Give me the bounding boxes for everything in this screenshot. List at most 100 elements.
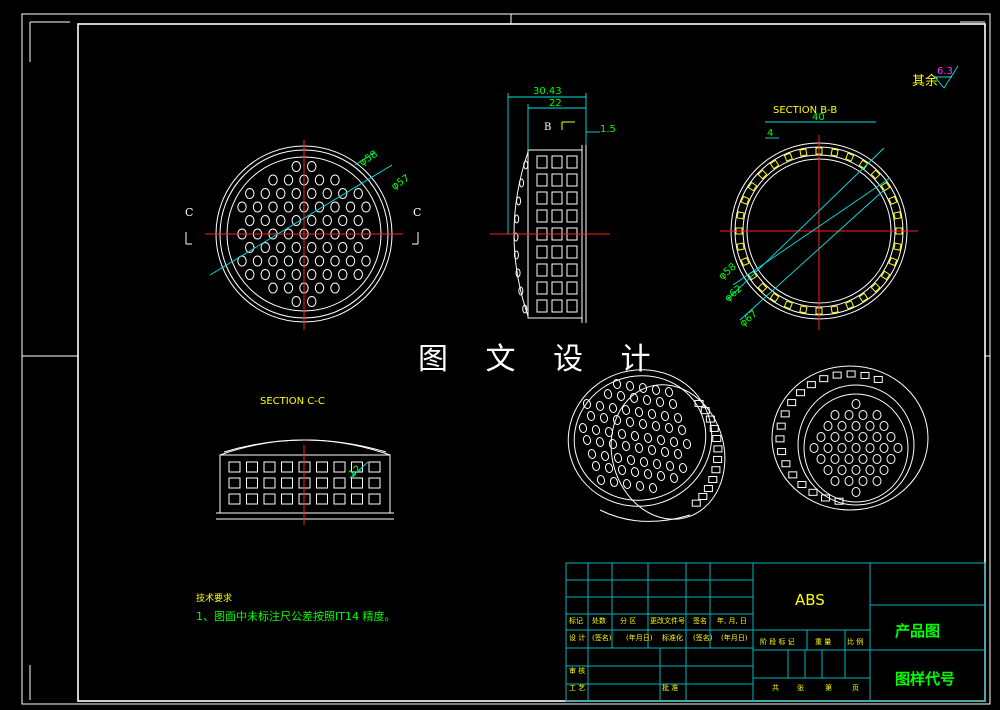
iso1-hole <box>604 427 614 437</box>
iso2-slot <box>819 375 829 383</box>
tb-design-3: 标准化 <box>662 633 683 642</box>
iso1-slot <box>711 466 721 474</box>
slot <box>551 173 563 187</box>
hole <box>330 201 340 213</box>
iso1-slot <box>713 445 723 453</box>
iso1-hole <box>677 425 687 435</box>
iso2-hole <box>830 476 840 486</box>
dim-d57: φ57 <box>390 173 412 193</box>
iso2-holes <box>809 399 903 497</box>
hole <box>353 215 363 226</box>
cc-slot <box>333 461 346 473</box>
iso1-hole <box>639 457 649 467</box>
section-cc-view: SECTION C-C 12 <box>216 396 394 525</box>
iso2-hole <box>858 476 868 486</box>
iso1-hole <box>668 399 678 409</box>
tb-design-1: (签名) <box>592 633 612 642</box>
drawing-code: 图样代号 <box>895 670 955 688</box>
hole <box>276 242 286 253</box>
iso2-slot <box>787 399 797 407</box>
cc-slot <box>246 461 258 473</box>
iso2-hole <box>830 432 840 442</box>
tb-sheet-2: 第 <box>825 683 832 692</box>
iso1-hole <box>595 437 605 447</box>
slot <box>536 191 548 205</box>
iso1-hole <box>604 463 614 473</box>
slot <box>551 191 563 205</box>
slot <box>536 155 548 169</box>
iso1-hole <box>652 459 662 469</box>
iso2-hole <box>858 432 868 442</box>
cc-slot <box>316 461 328 473</box>
hole <box>268 282 278 294</box>
hole <box>330 282 340 294</box>
isometric-view-1 <box>567 369 726 522</box>
iso2-hole <box>816 432 826 442</box>
iso1-hole <box>630 467 640 477</box>
cc-slot <box>281 477 293 489</box>
hole <box>283 174 294 186</box>
tb-sheet-3: 页 <box>852 684 859 692</box>
slot <box>536 263 548 277</box>
hole <box>345 201 356 213</box>
dim-rib: 4 <box>767 128 773 139</box>
iso1-hole <box>660 411 670 421</box>
hole <box>330 255 340 267</box>
tb-process: 工 艺 <box>569 684 585 692</box>
slot <box>536 281 548 295</box>
title-block-grid <box>566 563 753 701</box>
iso2-hole <box>858 410 868 420</box>
iso1-hole <box>642 395 652 405</box>
slot <box>551 263 563 277</box>
iso1-hole <box>665 461 675 471</box>
iso1-hole <box>608 439 618 449</box>
iso2-slot <box>806 381 816 389</box>
iso1-hole <box>651 421 661 431</box>
cc-slot <box>333 493 346 505</box>
iso2-slot <box>832 371 842 379</box>
hole <box>353 269 363 280</box>
iso1-hole <box>578 423 588 433</box>
roughness-symbol: 其余 6.3 <box>912 65 959 89</box>
iso2-hole <box>809 443 819 453</box>
iso2-hole <box>851 421 861 431</box>
tb-mark-5: 年, 月, 日 <box>717 616 747 625</box>
iso1-hole <box>626 455 636 465</box>
dim-d58: φ58 <box>358 149 380 169</box>
iso1-hole <box>625 381 635 391</box>
hole <box>245 188 255 199</box>
tb-stage-2: 比 例 <box>847 637 863 646</box>
rib <box>799 148 808 157</box>
iso1-hole <box>582 435 592 445</box>
hole <box>268 255 278 267</box>
iso2-hole <box>879 443 889 453</box>
iso1-hole <box>660 447 670 457</box>
iso1-slot <box>708 476 718 484</box>
rib <box>893 242 902 251</box>
iso2-slot <box>781 460 791 468</box>
tb-design-4: (签名) <box>693 633 713 642</box>
tb-design-5: (年月日) <box>721 633 748 642</box>
cc-slot <box>316 493 328 505</box>
iso1-hole <box>647 445 657 455</box>
section-bb-view: SECTION B-B 40 4 φ58 φ62 φ67 <box>717 105 918 330</box>
dome-slot <box>519 178 525 188</box>
cad-drawing-sheet: 其余 6.3 φ58 φ57 C C 30.43 22 1.5 B SECTIO… <box>21 13 991 705</box>
hole <box>252 255 263 267</box>
hole <box>260 242 270 253</box>
hole <box>307 161 317 172</box>
dim-d67: φ67 <box>738 308 760 329</box>
material-value: ABS <box>795 591 825 609</box>
iso2-hole <box>879 465 889 475</box>
hole <box>283 201 294 213</box>
section-cc-title: SECTION C-C <box>260 396 325 407</box>
slot <box>536 209 548 223</box>
cc-slot <box>316 477 328 489</box>
iso2-hole <box>851 465 861 475</box>
rib <box>830 305 839 314</box>
hole <box>245 269 255 280</box>
hole <box>291 242 301 253</box>
hole <box>338 269 348 280</box>
slot <box>566 209 578 223</box>
tb-mark-3: 更改文件号 <box>650 616 685 625</box>
